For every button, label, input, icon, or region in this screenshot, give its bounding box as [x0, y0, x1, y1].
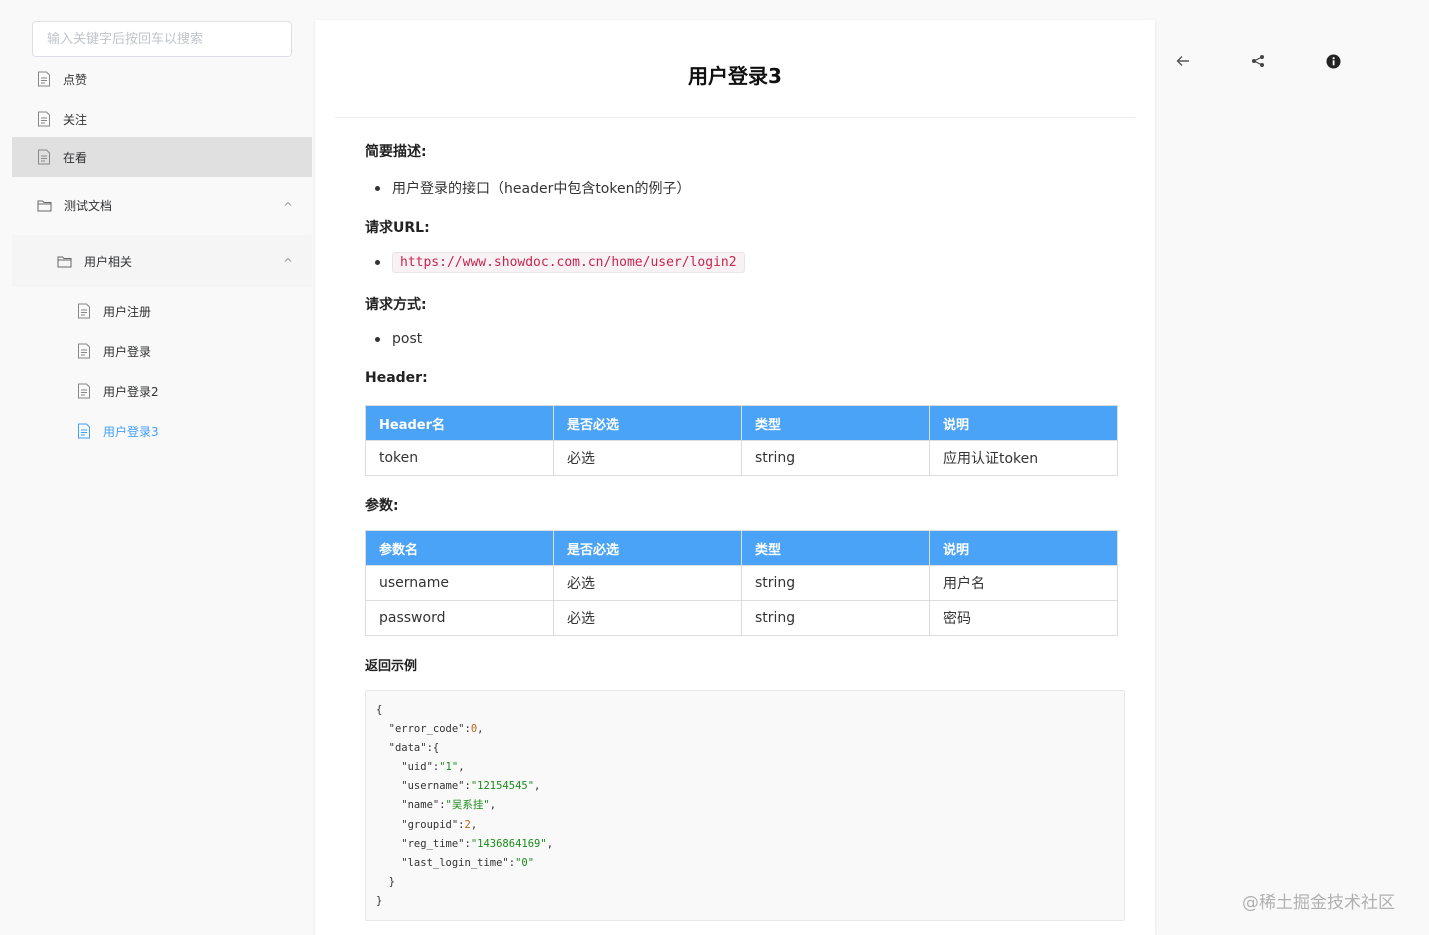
- document-panel: 用户登录3 简要描述: 用户登录的接口（header中包含token的例子） 请…: [315, 20, 1155, 935]
- table-row: token 必选 string 应用认证token: [365, 440, 1118, 476]
- code-line: "uid":"1",: [376, 761, 465, 774]
- header-table: Header名 是否必选 类型 说明 token 必选 string 应用认证t…: [365, 405, 1118, 476]
- sidebar-item-label: 点赞: [63, 72, 88, 87]
- sidebar-item-label: 用户登录: [103, 344, 152, 359]
- document-icon: [38, 71, 50, 87]
- header-heading: Header:: [365, 370, 428, 386]
- request-url[interactable]: https://www.showdoc.com.cn/home/user/log…: [392, 252, 745, 273]
- table-cell: password: [365, 600, 554, 636]
- params-heading: 参数:: [365, 498, 399, 514]
- chevron-up-icon[interactable]: [284, 256, 292, 264]
- column-header: 是否必选: [553, 530, 742, 566]
- document-icon: [38, 111, 50, 127]
- table-cell: string: [741, 565, 930, 601]
- sidebar-item-user-login[interactable]: 用户登录: [12, 331, 312, 371]
- folder-icon: [37, 200, 52, 211]
- code-line: "data":{: [388, 742, 440, 755]
- table-cell: username: [365, 565, 554, 601]
- table-cell: 应用认证token: [929, 440, 1118, 476]
- code-line: "reg_time":"1436864169",: [376, 837, 554, 850]
- column-header: 类型: [741, 405, 930, 441]
- sidebar-item-user-login2[interactable]: 用户登录2: [12, 371, 312, 411]
- table-cell: string: [741, 600, 930, 636]
- method-item: post: [375, 331, 422, 347]
- title-divider: [335, 117, 1135, 118]
- table-cell: string: [741, 440, 930, 476]
- bullet: [375, 185, 380, 191]
- sidebar-item-label: 关注: [63, 112, 88, 127]
- sidebar-item-zaikan[interactable]: 在看: [12, 137, 312, 177]
- column-header: 类型: [741, 530, 930, 566]
- sidebar-item-guanzhu[interactable]: 关注: [12, 99, 312, 139]
- bullet: [375, 260, 380, 265]
- params-table: 参数名 是否必选 类型 说明 username 必选 string 用户名 pa…: [365, 530, 1118, 636]
- table-cell: 必选: [553, 440, 742, 476]
- example-heading: 返回示例: [365, 659, 418, 674]
- description-text: 用户登录的接口（header中包含token的例子）: [392, 181, 691, 197]
- sidebar-item-user-register[interactable]: 用户注册: [12, 291, 312, 331]
- column-header: Header名: [365, 405, 554, 441]
- info-button[interactable]: [1324, 52, 1342, 70]
- sidebar-item-label: 用户登录2: [103, 384, 159, 399]
- watermark: @稀土掘金技术社区: [1242, 893, 1395, 913]
- document-icon: [78, 423, 90, 439]
- info-icon: [1326, 54, 1340, 68]
- sidebar-folder-test-docs[interactable]: 测试文档: [12, 185, 312, 225]
- search-input[interactable]: [32, 21, 292, 57]
- table-cell: 密码: [929, 600, 1118, 636]
- table-cell: 必选: [553, 565, 742, 601]
- method-heading: 请求方式:: [365, 297, 427, 313]
- sidebar-item-dianzan[interactable]: 点赞: [12, 59, 312, 99]
- description-item: 用户登录的接口（header中包含token的例子）: [375, 178, 690, 198]
- table-header-row: Header名 是否必选 类型 说明: [365, 405, 1118, 441]
- column-header: 是否必选: [553, 405, 742, 441]
- share-button[interactable]: [1249, 52, 1267, 70]
- table-cell: token: [365, 440, 554, 476]
- sidebar-item-label: 用户注册: [103, 304, 152, 319]
- sidebar-folder-label: 测试文档: [64, 198, 113, 213]
- column-header: 说明: [929, 405, 1118, 441]
- sidebar-item-label: 在看: [63, 150, 88, 165]
- back-button[interactable]: [1174, 52, 1192, 70]
- back-arrow-icon: [1176, 56, 1189, 66]
- sidebar-item-label: 用户登录3: [103, 424, 159, 439]
- table-row: username 必选 string 用户名: [365, 565, 1118, 601]
- table-row: password 必选 string 密码: [365, 600, 1118, 636]
- document-icon: [78, 383, 90, 399]
- request-method: post: [392, 331, 423, 347]
- share-icon: [1252, 55, 1264, 67]
- response-example-code: { "error_code":0, "data":{ "uid":"1", "u…: [365, 690, 1125, 921]
- code-line: "error_code":0,: [376, 723, 484, 736]
- code-line: "name":"吴系挂",: [376, 799, 497, 812]
- column-header: 参数名: [365, 530, 554, 566]
- table-cell: 必选: [553, 600, 742, 636]
- column-header: 说明: [929, 530, 1118, 566]
- document-icon: [38, 149, 50, 165]
- code-line: {: [376, 704, 383, 716]
- page-title: 用户登录3: [688, 64, 782, 88]
- sidebar-folder-label: 用户相关: [84, 254, 133, 269]
- document-icon: [78, 303, 90, 319]
- code-line: "username":"12154545",: [376, 780, 541, 793]
- code-line: }: [388, 875, 395, 888]
- document-icon: [78, 343, 90, 359]
- code-line: "groupid":2,: [376, 818, 478, 831]
- sidebar: 点赞 关注 在看 测试文档 用户相关 用户注册 用户登录 用户登录2 用户登录3: [12, 0, 312, 935]
- sidebar-folder-user[interactable]: 用户相关: [12, 241, 312, 281]
- chevron-up-icon[interactable]: [284, 200, 292, 208]
- description-heading: 简要描述:: [365, 144, 427, 160]
- code-line: }: [376, 894, 383, 907]
- bullet: [375, 336, 380, 342]
- folder-icon: [57, 256, 72, 267]
- code-line: "last_login_time":"0": [376, 856, 535, 869]
- url-heading: 请求URL:: [365, 220, 430, 236]
- sidebar-item-user-login3[interactable]: 用户登录3: [12, 411, 312, 451]
- table-cell: 用户名: [929, 565, 1118, 601]
- table-header-row: 参数名 是否必选 类型 说明: [365, 530, 1118, 566]
- url-item: https://www.showdoc.com.cn/home/user/log…: [375, 252, 745, 273]
